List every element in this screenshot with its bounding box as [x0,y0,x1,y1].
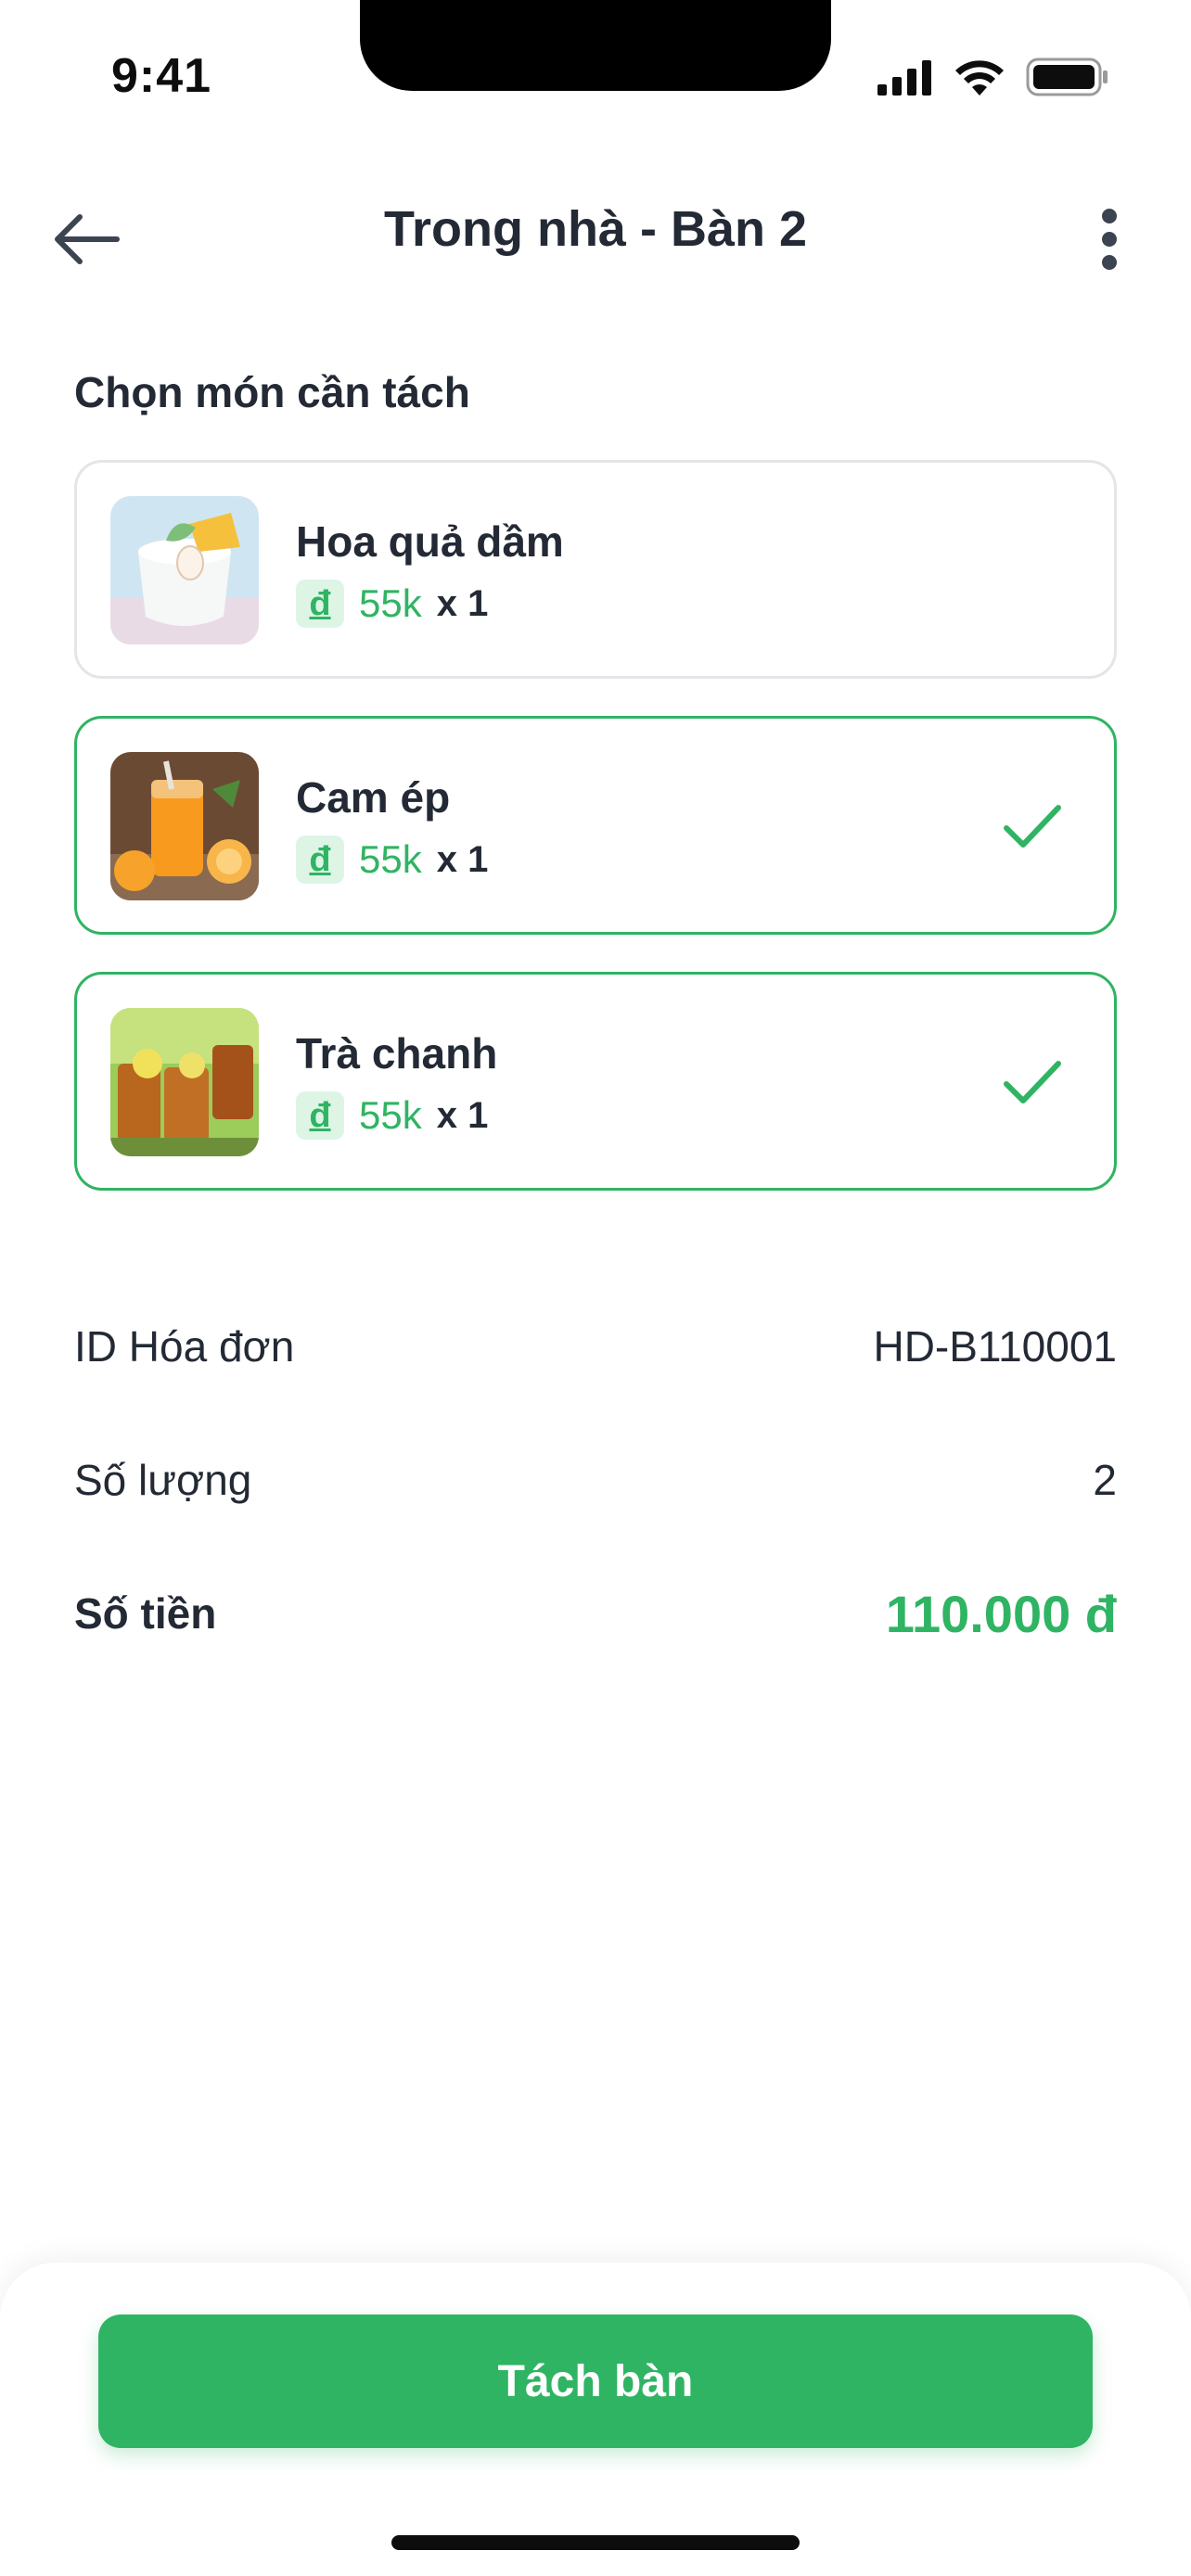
item-quantity: x 1 [436,582,489,624]
summary: ID Hóa đơn HD-B110001 Số lượng 2 Số tiền… [74,1280,1117,1680]
item-name: Hoa quả dầm [296,517,564,566]
amount-label: Số tiền [74,1589,217,1638]
item-quantity: x 1 [436,838,489,880]
status-icons [877,57,1109,96]
battery-icon [1026,57,1108,96]
home-indicator [391,2535,800,2550]
item-card-hoa-qua-dam[interactable]: Hoa quả dầm đ 55k x 1 [74,460,1117,679]
notch [360,0,831,91]
item-name: Cam ép [296,773,451,822]
item-price-row: đ 55k x 1 [296,835,488,884]
status-bar: 9:41 [0,0,1191,130]
amount-row: Số tiền 110.000 đ [74,1547,1117,1680]
signal-icon [877,60,931,96]
item-quantity: x 1 [436,1094,489,1136]
item-price-row: đ 55k x 1 [296,1091,488,1140]
section-title: Chọn món cần tách [74,368,470,416]
currency-dong-icon: đ [296,580,344,628]
quantity-label: Số lượng [74,1456,252,1504]
invoice-id-value: HD-B110001 [873,1322,1117,1371]
status-time: 9:41 [111,49,212,103]
bottom-panel: Tách bàn [0,2263,1191,2576]
invoice-id-row: ID Hóa đơn HD-B110001 [74,1280,1117,1413]
item-thumbnail [110,496,259,644]
more-vertical-icon [1102,209,1117,270]
split-table-button[interactable]: Tách bàn [98,2315,1093,2448]
item-price-row: đ 55k x 1 [296,580,488,628]
item-card-tra-chanh[interactable]: Trà chanh đ 55k x 1 [74,972,1117,1191]
check-icon [1004,1061,1061,1103]
wifi-icon [955,60,1004,96]
item-price: 55k [359,1093,422,1137]
item-name: Trà chanh [296,1029,498,1078]
currency-dong-icon: đ [296,835,344,884]
quantity-row: Số lượng 2 [74,1413,1117,1547]
more-button[interactable] [1065,195,1154,284]
check-icon [1004,805,1061,848]
item-price: 55k [359,581,422,625]
item-card-cam-ep[interactable]: Cam ép đ 55k x 1 [74,716,1117,935]
item-thumbnail [110,1008,259,1156]
item-thumbnail [110,752,259,900]
header: Trong nhà - Bàn 2 [0,176,1191,287]
invoice-id-label: ID Hóa đơn [74,1322,295,1371]
item-price: 55k [359,837,422,881]
screen: 9:41 Trong nhà - Bàn 2 Chọn món cần tách… [0,0,1191,2576]
quantity-value: 2 [1093,1456,1117,1504]
currency-dong-icon: đ [296,1091,344,1140]
amount-value: 110.000 đ [885,1584,1117,1643]
page-title: Trong nhà - Bàn 2 [383,201,808,257]
item-list: Hoa quả dầm đ 55k x 1 Cam ép đ 55k x 1 T… [74,460,1117,1228]
